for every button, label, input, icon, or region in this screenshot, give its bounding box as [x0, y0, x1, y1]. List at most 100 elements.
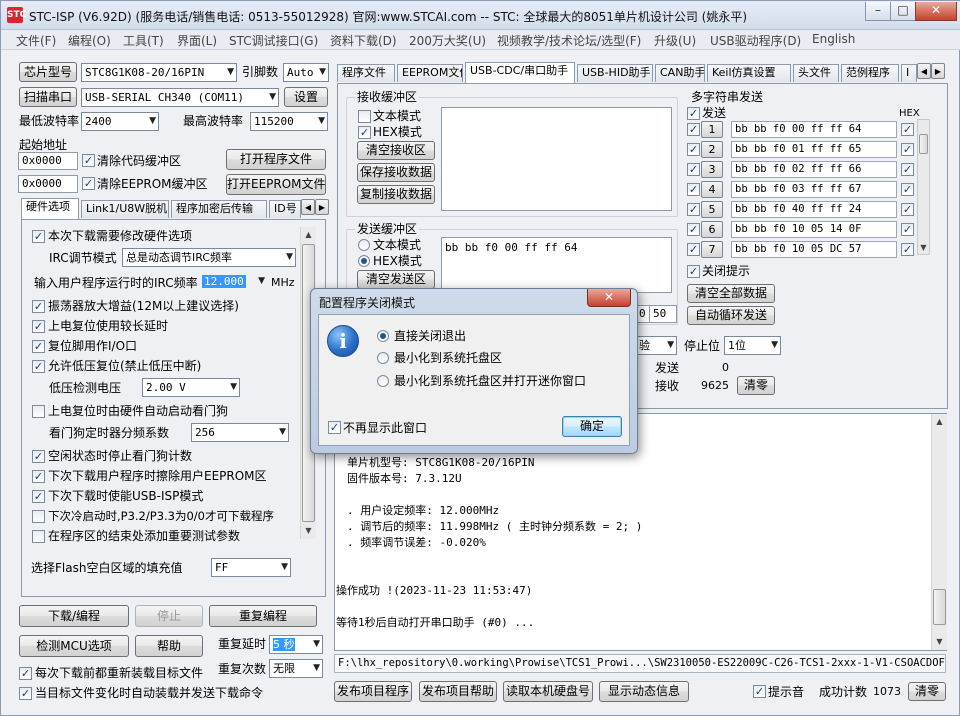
option-minimize-mini-radio[interactable]: [377, 375, 389, 387]
scroll-up-icon[interactable]: ▲: [301, 227, 316, 242]
row4-hex-checkbox[interactable]: ✓: [901, 183, 914, 196]
tab-more[interactable]: I: [901, 64, 917, 82]
auto-loop-send-button[interactable]: 自动循环发送: [687, 306, 775, 325]
auto-send-checkbox[interactable]: ✓: [19, 687, 32, 700]
clear-all-data-button[interactable]: 清空全部数据: [687, 284, 775, 303]
log-scroll-up-icon[interactable]: ▲: [932, 414, 947, 429]
menu-interface[interactable]: 界面(L): [177, 32, 217, 49]
tab-examples[interactable]: 范例程序: [841, 64, 899, 82]
send-text-mode-radio[interactable]: [358, 239, 370, 251]
p32p33-checkbox[interactable]: [32, 510, 45, 523]
chip-model-button[interactable]: 芯片型号: [19, 62, 77, 82]
send-hex-mode-radio[interactable]: [358, 255, 370, 267]
row7-hex-checkbox[interactable]: ✓: [901, 243, 914, 256]
minimize-button[interactable]: –: [865, 2, 891, 21]
tab-encrypted-transfer[interactable]: 程序加密后传输: [171, 200, 267, 218]
right-tab-scroll-left-icon[interactable]: ◀: [917, 63, 931, 79]
tab-eeprom-file[interactable]: EEPROM文件: [397, 64, 463, 82]
option-close-exit-radio[interactable]: [377, 330, 389, 342]
row3-send-button[interactable]: 3: [701, 161, 723, 178]
close-hint-checkbox[interactable]: ✓: [687, 265, 700, 278]
right-tab-scroll-right-icon[interactable]: ▶: [931, 63, 945, 79]
row7-string-input[interactable]: bb bb f0 10 05 DC 57: [731, 241, 897, 258]
repeat-delay-select[interactable]: 5 秒 ▼: [269, 635, 323, 654]
reprogram-button[interactable]: 重复编程: [209, 605, 317, 627]
row2-send-button[interactable]: 2: [701, 141, 723, 158]
row1-hex-checkbox[interactable]: ✓: [901, 123, 914, 136]
tab-scroll-left-icon[interactable]: ◀: [301, 199, 315, 215]
clear-send-button[interactable]: 清空发送区: [357, 270, 435, 289]
port-select[interactable]: USB-SERIAL CH340 (COM11) ▼: [81, 88, 279, 107]
code-address-input[interactable]: 0x0000: [18, 152, 78, 170]
erase-eeprom-checkbox[interactable]: ✓: [32, 470, 45, 483]
lvd-reset-checkbox[interactable]: ✓: [32, 360, 45, 373]
menu-program[interactable]: 编程(O): [68, 32, 111, 49]
row4-send-button[interactable]: 4: [701, 181, 723, 198]
copy-receive-button[interactable]: 复制接收数据: [357, 185, 435, 204]
min-baud-select[interactable]: 2400 ▼: [81, 112, 159, 131]
tab-id[interactable]: ID号: [269, 200, 301, 218]
row4-send-checkbox[interactable]: ✓: [687, 183, 700, 196]
wdt-auto-checkbox[interactable]: [32, 405, 45, 418]
publish-program-button[interactable]: 发布项目程序: [334, 681, 412, 702]
save-receive-button[interactable]: 保存接收数据: [357, 163, 435, 182]
menu-upgrade[interactable]: 升级(U): [654, 32, 696, 49]
long-reset-checkbox[interactable]: ✓: [32, 320, 45, 333]
show-dynamic-info-button[interactable]: 显示动态信息: [599, 681, 689, 702]
tab-keil-settings[interactable]: Keil仿真设置: [707, 64, 791, 82]
parity-select[interactable]: 验 ▼: [635, 336, 677, 355]
menu-tools[interactable]: 工具(T): [123, 32, 164, 49]
open-eeprom-file-button[interactable]: 打开EEPROM文件: [226, 174, 326, 195]
menu-download[interactable]: 资料下载(D): [330, 32, 397, 49]
row7-send-checkbox[interactable]: ✓: [687, 243, 700, 256]
row6-send-checkbox[interactable]: ✓: [687, 223, 700, 236]
row5-send-checkbox[interactable]: ✓: [687, 203, 700, 216]
flash-fill-select[interactable]: FF ▼: [211, 558, 291, 577]
recv-text-mode-checkbox[interactable]: [358, 110, 371, 123]
irc-mode-select[interactable]: 总是动态调节IRC频率 ▼: [122, 248, 296, 267]
row7-send-button[interactable]: 7: [701, 241, 723, 258]
modify-hw-checkbox[interactable]: ✓: [32, 230, 45, 243]
stop-bit-select[interactable]: 1位 ▼: [724, 336, 781, 355]
repeat-count-select[interactable]: 无限 ▼: [269, 659, 323, 678]
row6-hex-checkbox[interactable]: ✓: [901, 223, 914, 236]
read-disk-id-button[interactable]: 读取本机硬盘号: [503, 681, 593, 702]
log-scroll-down-icon[interactable]: ▼: [932, 634, 947, 649]
multi-scrollbar-thumb[interactable]: [919, 134, 928, 154]
row6-send-button[interactable]: 6: [701, 221, 723, 238]
eeprom-address-input[interactable]: 0x0000: [18, 175, 78, 193]
detect-mcu-button[interactable]: 检测MCU选项: [19, 635, 129, 657]
pin-count-select[interactable]: Auto ▼: [283, 63, 329, 82]
clear-success-count-button[interactable]: 清零: [908, 682, 946, 701]
tab-program-file[interactable]: 程序文件: [337, 64, 395, 82]
menu-video[interactable]: 视频教学/技术论坛/选型(F): [497, 32, 641, 49]
download-program-button[interactable]: 下载/编程: [19, 605, 129, 627]
send-interval-input[interactable]: 50: [649, 305, 677, 323]
help-button[interactable]: 帮助: [135, 635, 203, 657]
tab-hardware-options[interactable]: 硬件选项: [21, 198, 79, 219]
lvd-voltage-select[interactable]: 2.00 V ▼: [142, 378, 240, 397]
row4-string-input[interactable]: bb bb f0 03 ff ff 67: [731, 181, 897, 198]
log-scrollbar[interactable]: ▲ ▼: [931, 414, 947, 650]
open-program-file-button[interactable]: 打开程序文件: [226, 149, 326, 170]
ok-button[interactable]: 确定: [562, 416, 622, 437]
send-textarea[interactable]: bb bb f0 00 ff ff 64: [441, 237, 672, 293]
row1-send-checkbox[interactable]: ✓: [687, 123, 700, 136]
idle-wdt-stop-checkbox[interactable]: ✓: [32, 450, 45, 463]
log-scrollbar-thumb[interactable]: [933, 589, 946, 625]
wdt-div-select[interactable]: 256 ▼: [191, 423, 289, 442]
row3-hex-checkbox[interactable]: ✓: [901, 163, 914, 176]
tab-scroll-right-icon[interactable]: ▶: [315, 199, 329, 215]
scroll-down-icon[interactable]: ▼: [301, 523, 316, 538]
clear-eeprom-checkbox[interactable]: ✓: [82, 177, 95, 190]
tab-usb-hid[interactable]: USB-HID助手: [577, 64, 653, 82]
option-minimize-tray-radio[interactable]: [377, 352, 389, 364]
beep-checkbox[interactable]: ✓: [753, 685, 766, 698]
usb-isp-checkbox[interactable]: ✓: [32, 490, 45, 503]
row1-send-button[interactable]: 1: [701, 121, 723, 138]
menu-prize[interactable]: 200万大奖(U): [409, 32, 486, 49]
row6-string-input[interactable]: bb bb f0 10 05 14 0F: [731, 221, 897, 238]
multi-send-all-checkbox[interactable]: ✓: [687, 107, 700, 120]
close-button[interactable]: ✕: [915, 2, 957, 21]
reload-each-checkbox[interactable]: ✓: [19, 667, 32, 680]
